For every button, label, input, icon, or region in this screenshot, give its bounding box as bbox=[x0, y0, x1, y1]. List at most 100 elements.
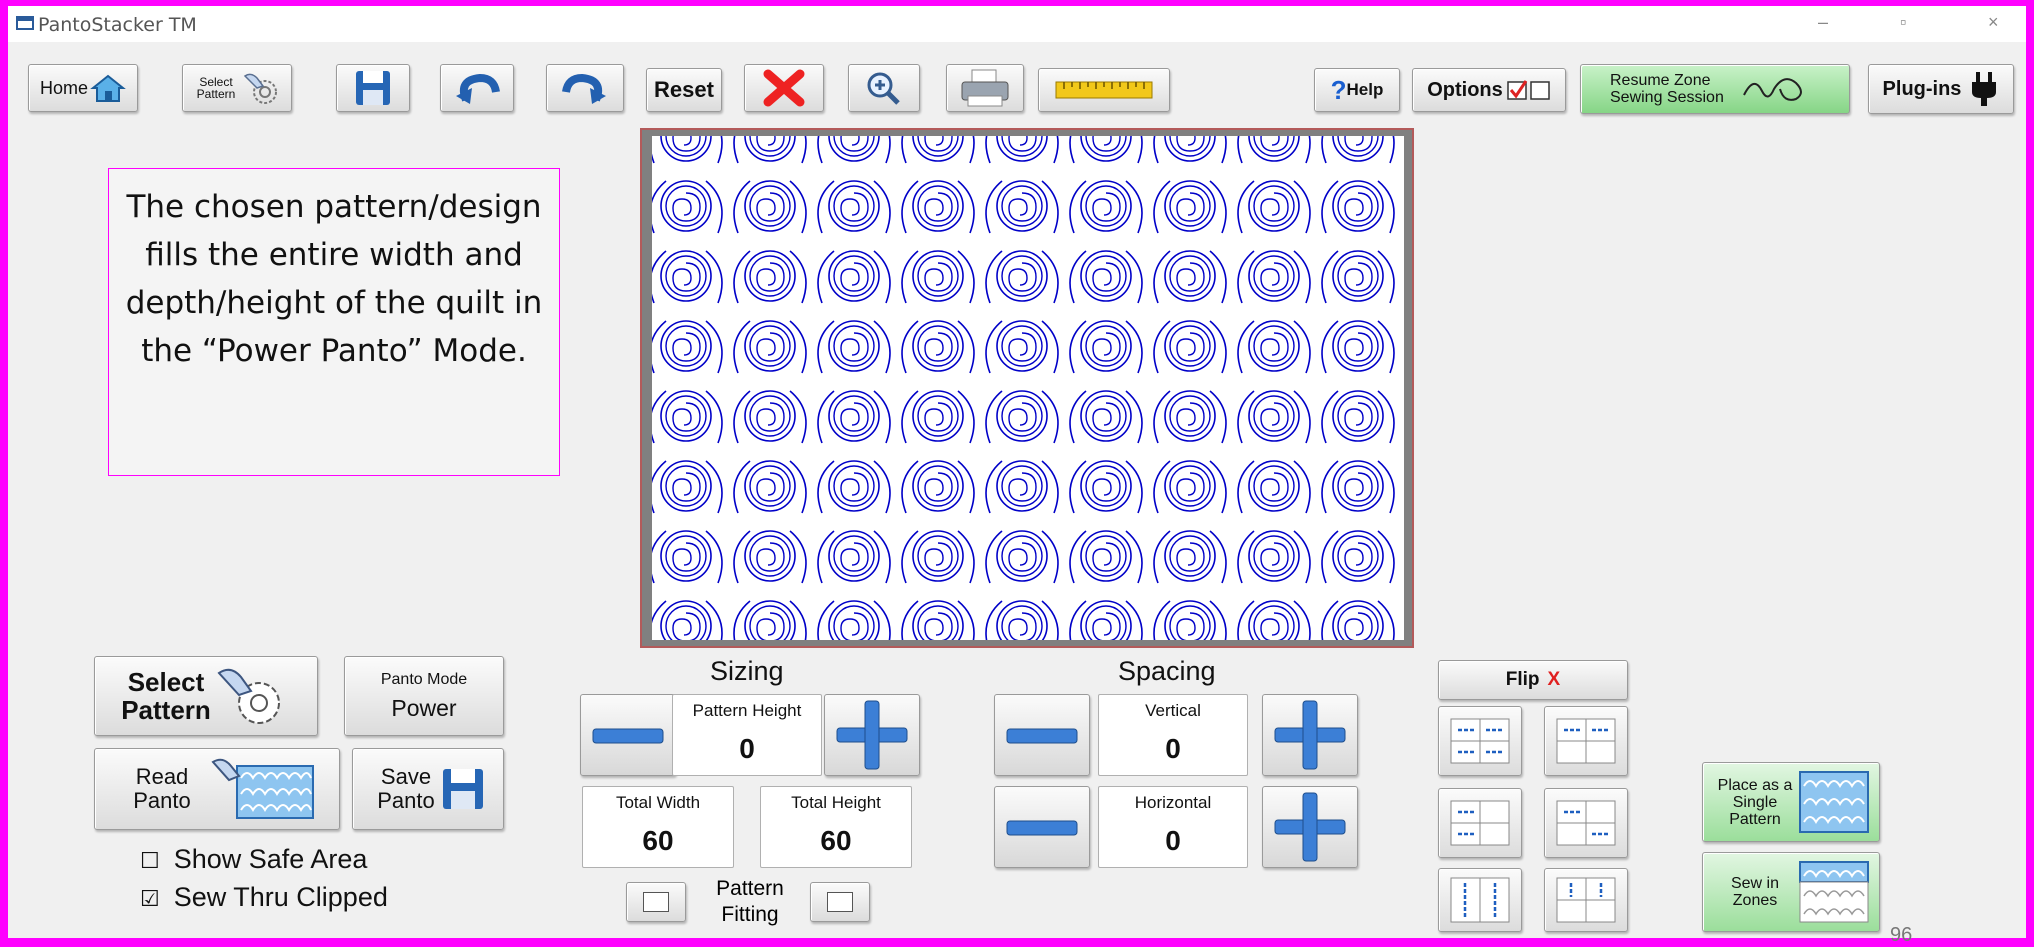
unchecked-box-icon: ☐ bbox=[140, 848, 160, 873]
pattern-canvas[interactable] bbox=[652, 136, 1404, 640]
read-panto-label: Read Panto bbox=[133, 764, 191, 813]
resume-zone-button[interactable]: Resume Zone Sewing Session bbox=[1580, 64, 1850, 114]
pattern-fitting-right-button[interactable] bbox=[810, 882, 870, 922]
layout-all-arrows-button[interactable] bbox=[1438, 706, 1522, 776]
sew-thru-clipped-checkbox[interactable]: ☑ Sew Thru Clipped bbox=[140, 882, 388, 913]
place-single-pattern-button[interactable]: Place as a Single Pattern bbox=[1702, 762, 1880, 842]
panto-mode-value: Power bbox=[391, 694, 457, 721]
home-icon bbox=[90, 74, 126, 102]
place-single-pattern-label: Place as a Single Pattern bbox=[1717, 776, 1793, 828]
horizontal-spacing-increase-button[interactable] bbox=[1262, 786, 1358, 868]
question-icon: ? bbox=[1330, 74, 1347, 105]
print-button[interactable] bbox=[946, 64, 1024, 112]
total-height-field[interactable]: Total Height 60 bbox=[760, 786, 912, 868]
instruction-note: The chosen pattern/design fills the enti… bbox=[108, 168, 560, 476]
layout-vertical-top-button[interactable] bbox=[1544, 868, 1628, 932]
layout-vertical-top-icon bbox=[1556, 877, 1616, 923]
select-pattern-button[interactable]: Select Pattern bbox=[94, 656, 318, 736]
save-panto-label: Save Panto bbox=[377, 764, 435, 813]
options-button[interactable]: Options bbox=[1412, 68, 1566, 112]
vertical-spacing-decrease-button[interactable] bbox=[994, 694, 1090, 776]
floppy-disk-icon bbox=[443, 769, 483, 809]
app-icon bbox=[16, 16, 34, 30]
select-pattern-toolbar-button[interactable]: Select Pattern bbox=[182, 64, 292, 112]
close-button[interactable]: × bbox=[1988, 12, 1999, 33]
pattern-fitting-left-button[interactable] bbox=[626, 882, 686, 922]
layout-grid-top-icon bbox=[1556, 718, 1616, 764]
vertical-spacing-increase-button[interactable] bbox=[1262, 694, 1358, 776]
layout-grid-diagonal-icon bbox=[1556, 800, 1616, 846]
pattern-flower-icon bbox=[243, 73, 277, 104]
layout-vertical-arrows-icon bbox=[1450, 877, 1510, 923]
sew-in-zones-label: Sew in Zones bbox=[1730, 875, 1780, 909]
home-button[interactable]: Home bbox=[28, 64, 138, 112]
layout-vertical-arrows-button[interactable] bbox=[1438, 868, 1522, 932]
horizontal-spacing-field[interactable]: Horizontal 0 bbox=[1098, 786, 1248, 868]
swirl-pattern-grid bbox=[652, 136, 1395, 640]
total-width-label: Total Width bbox=[615, 793, 701, 812]
help-button[interactable]: ? Help bbox=[1314, 68, 1400, 112]
minus-icon bbox=[1006, 728, 1078, 744]
layout-grid-arrows-icon bbox=[1450, 718, 1510, 764]
panto-mode-button[interactable]: Panto Mode Power bbox=[344, 656, 504, 736]
total-height-value: 60 bbox=[820, 825, 852, 856]
quilt-hearts-icon bbox=[211, 758, 314, 819]
sew-in-zones-button[interactable]: Sew in Zones bbox=[1702, 852, 1880, 932]
spacing-title: Spacing bbox=[1118, 656, 1216, 686]
total-width-field[interactable]: Total Width 60 bbox=[582, 786, 734, 868]
plugins-button[interactable]: Plug-ins bbox=[1868, 64, 2014, 114]
printer-icon bbox=[961, 69, 1009, 107]
layout-top-arrows-button[interactable] bbox=[1544, 706, 1628, 776]
reset-label: Reset bbox=[654, 77, 714, 102]
checked-box-icon: ☑ bbox=[140, 886, 160, 911]
horizontal-spacing-value: 0 bbox=[1165, 825, 1181, 856]
home-label: Home bbox=[39, 77, 88, 98]
title-bar: PantoStacker TM – ▫ × bbox=[8, 6, 2026, 42]
save-button[interactable] bbox=[336, 64, 410, 112]
show-safe-area-checkbox[interactable]: ☐ Show Safe Area bbox=[140, 844, 367, 875]
sewing-needle-thread-icon bbox=[1743, 78, 1802, 101]
select-pattern-toolbar-label: Select Pattern bbox=[196, 75, 236, 101]
pattern-height-field[interactable]: Pattern Height 0 bbox=[672, 694, 822, 776]
red-x-icon bbox=[763, 69, 805, 107]
layout-left-arrows-button[interactable] bbox=[1438, 788, 1522, 858]
horizontal-spacing-label: Horizontal bbox=[1134, 793, 1212, 812]
reset-button[interactable]: Reset bbox=[646, 68, 722, 112]
quilt-hearts-icon bbox=[1799, 771, 1869, 833]
vertical-spacing-label: Vertical bbox=[1145, 701, 1201, 720]
pattern-height-increase-button[interactable] bbox=[824, 694, 920, 776]
minimize-button[interactable]: – bbox=[1818, 12, 1828, 33]
undo-button[interactable] bbox=[440, 64, 514, 112]
vertical-spacing-field[interactable]: Vertical 0 bbox=[1098, 694, 1248, 776]
floppy-disk-icon bbox=[356, 71, 390, 105]
pattern-flower-icon bbox=[217, 668, 280, 724]
horizontal-spacing-decrease-button[interactable] bbox=[994, 786, 1090, 868]
pattern-height-decrease-button[interactable] bbox=[580, 694, 676, 776]
layout-diagonal-arrows-button[interactable] bbox=[1544, 788, 1628, 858]
redo-button[interactable] bbox=[546, 64, 624, 112]
options-label: Options bbox=[1427, 78, 1503, 101]
square-icon bbox=[827, 892, 853, 912]
plus-icon bbox=[1274, 700, 1346, 770]
plus-icon bbox=[836, 700, 908, 770]
square-icon bbox=[643, 892, 669, 912]
redo-arrow-icon bbox=[562, 73, 606, 104]
plus-icon bbox=[1274, 792, 1346, 862]
flip-label: Flip bbox=[1505, 669, 1540, 690]
total-height-label: Total Height bbox=[791, 793, 881, 812]
checkbox-options-icon bbox=[1507, 80, 1550, 100]
save-panto-button[interactable]: Save Panto bbox=[352, 748, 504, 830]
restore-button[interactable]: ▫ bbox=[1900, 12, 1906, 33]
plugins-label: Plug-ins bbox=[1882, 77, 1962, 100]
minus-icon bbox=[1006, 820, 1078, 836]
quilt-zones-icon bbox=[1799, 861, 1869, 923]
read-panto-button[interactable]: Read Panto bbox=[94, 748, 340, 830]
resume-zone-label: Resume Zone Sewing Session bbox=[1610, 72, 1724, 106]
flip-button[interactable]: Flip X bbox=[1438, 660, 1628, 700]
window-title: PantoStacker TM bbox=[38, 14, 197, 36]
delete-button[interactable] bbox=[744, 64, 824, 112]
total-width-value: 60 bbox=[642, 825, 674, 856]
ruler-button[interactable] bbox=[1038, 68, 1170, 112]
zoom-button[interactable] bbox=[848, 64, 920, 112]
pattern-fitting-label: Pattern Fitting bbox=[716, 877, 784, 926]
